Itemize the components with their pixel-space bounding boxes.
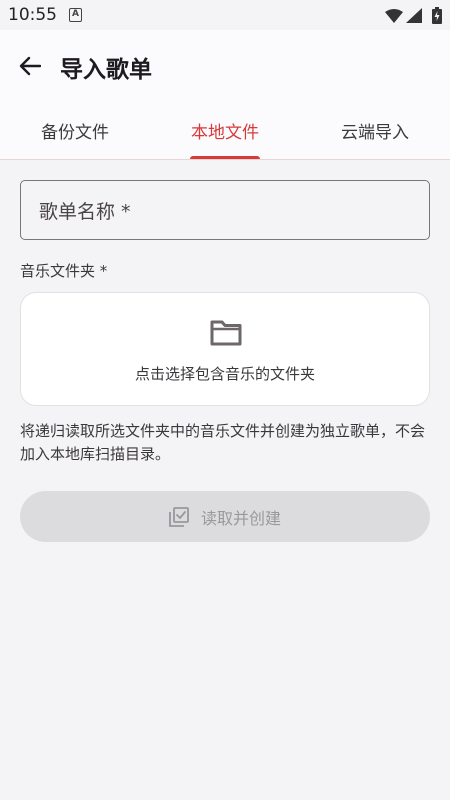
music-folder-label: 音乐文件夹 *: [20, 262, 108, 280]
playlist-name-input[interactable]: 歌单名称 *: [20, 180, 430, 240]
active-tab-indicator: [190, 156, 260, 159]
notification-a-icon: A: [69, 8, 82, 22]
status-time: 10:55: [8, 5, 57, 25]
folder-picker-text: 点击选择包含音乐的文件夹: [134, 365, 315, 383]
read-and-create-label: 读取并创建: [200, 508, 281, 528]
signal-icon: [406, 8, 422, 27]
status-bar: 10:55 A: [0, 0, 450, 30]
playlist-name-placeholder: 歌单名称 *: [39, 200, 131, 223]
import-description: 将递归读取所选文件夹中的音乐文件并创建为独立歌单，不会加入本地库扫描目录。: [20, 422, 426, 463]
folder-icon: [209, 319, 243, 351]
tab-bar: 备份文件 本地文件 云端导入: [0, 102, 450, 160]
folder-picker-card[interactable]: 点击选择包含音乐的文件夹: [20, 292, 430, 406]
read-and-create-button[interactable]: 读取并创建: [20, 491, 430, 542]
page-title: 导入歌单: [60, 57, 152, 83]
tab-local-files[interactable]: 本地文件: [150, 102, 300, 159]
wifi-icon: [385, 8, 403, 27]
battery-icon: [432, 7, 442, 28]
app-bar: 导入歌单: [0, 30, 450, 102]
library-add-check-icon: [169, 506, 189, 527]
tab-cloud-import[interactable]: 云端导入: [300, 102, 450, 159]
tab-backup-files[interactable]: 备份文件: [0, 102, 150, 159]
arrow-back-icon[interactable]: [14, 50, 46, 82]
